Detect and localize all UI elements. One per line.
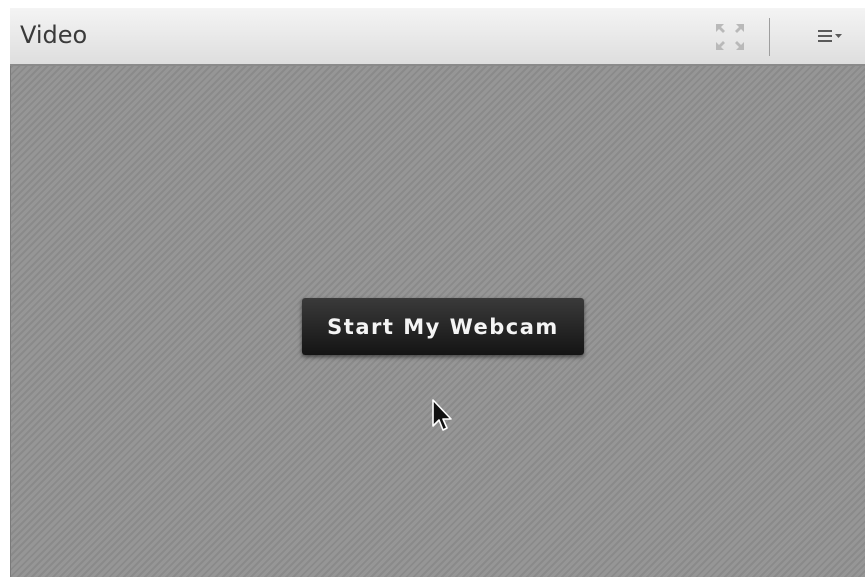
pod-header: Video	[10, 8, 865, 66]
pod-title: Video	[20, 21, 88, 49]
pod-options-menu-icon	[818, 30, 842, 42]
video-pod: Video Start My Webcam	[10, 8, 865, 577]
expand-arrows-icon	[716, 24, 744, 50]
mouse-pointer-icon	[432, 399, 452, 431]
pod-options-menu-button[interactable]	[810, 22, 848, 52]
header-divider	[769, 18, 770, 56]
start-webcam-button-label: Start My Webcam	[327, 314, 559, 339]
video-area: Start My Webcam	[10, 66, 865, 577]
start-webcam-button[interactable]: Start My Webcam	[302, 298, 584, 355]
fullscreen-button[interactable]	[710, 20, 750, 54]
